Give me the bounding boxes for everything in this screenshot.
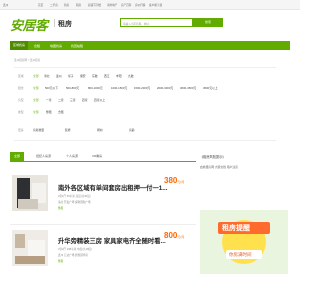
filter-type-option[interactable]: 合租	[58, 110, 64, 114]
filter-type-all[interactable]: 全部	[33, 110, 39, 114]
listing-tag: 整租	[58, 207, 64, 210]
tab-vr[interactable]: VR看房	[88, 152, 106, 161]
listing-title[interactable]: 升华旁精装三房 家具家电齐全随时看...	[58, 236, 166, 245]
filter-more-dropdown[interactable]: 装修	[65, 128, 71, 132]
topbar-link-new[interactable]: 新房	[64, 3, 69, 7]
filter-more-dropdown[interactable]: 朝向	[97, 128, 103, 132]
search-input[interactable]: 请输入小区名称，地址...	[120, 18, 193, 27]
filter-price-option[interactable]: 500元以下	[45, 86, 58, 90]
listing-tabs: 全部 经纪人房源 个人房源 VR看房	[10, 152, 196, 162]
topbar-link-app[interactable]: 客户端下载	[149, 3, 162, 7]
breadcrumb: 连州租房网 > 连州租房	[14, 59, 41, 62]
filter-price-option[interactable]: 1000-1500元	[111, 86, 127, 90]
top-bar: 连州 首页 二手房 新房 租房 商铺写字楼 海外地产 房产百科 房价行情 客户端…	[0, 0, 300, 10]
site-logo[interactable]: 安居客	[10, 15, 48, 34]
listing-address: 连州 万达广场 碧桂园华府	[58, 254, 88, 257]
section-title: 租房	[58, 21, 72, 28]
tab-agent[interactable]: 经纪人房源	[32, 152, 55, 161]
filter-area-option[interactable]: 九陂	[128, 74, 134, 78]
listing-meta: 3室2厅 108平米 中层(共18层)	[58, 248, 93, 251]
filter-more-dropdown[interactable]: 房屋类型	[33, 128, 44, 132]
listing-price: 800元/月	[164, 231, 185, 240]
filter-type-option[interactable]: 整租	[46, 110, 52, 114]
filter-label-room: 房型	[18, 98, 24, 102]
filter-area-all[interactable]: 全部	[33, 74, 39, 78]
listing-price: 380元/月	[164, 176, 185, 185]
topbar-link-home[interactable]: 首页	[38, 3, 43, 7]
filter-area-option[interactable]: 丰阳	[116, 74, 122, 78]
filter-price-option[interactable]: 3000-4500元	[180, 86, 196, 90]
filter-price-option[interactable]: 1500-2000元	[134, 86, 150, 90]
listing-tag: 整租	[58, 260, 64, 263]
main-nav: 区域找房 合租 地图找房 找回帖租	[10, 41, 290, 50]
nav-post[interactable]: 找回帖租	[71, 44, 83, 48]
search-button[interactable]: 搜索	[193, 18, 223, 27]
risk-notice-text: 启航租房网 大额交钱 用户注意	[200, 165, 238, 169]
filter-price-option[interactable]: 4500元以上	[203, 86, 218, 90]
filter-area-option[interactable]: 星子	[68, 74, 74, 78]
logo-divider	[54, 19, 55, 27]
tab-all[interactable]: 全部	[10, 152, 25, 161]
filter-area-option[interactable]: 连州	[56, 74, 62, 78]
listing-address: 清北 开发广场 保利国际广场	[58, 201, 91, 204]
topbar-link-rent[interactable]: 租房	[76, 3, 81, 7]
filter-room-option[interactable]: 一室	[46, 98, 52, 102]
filter-label-more: 更多	[18, 128, 24, 132]
tab-personal[interactable]: 个人房源	[62, 152, 82, 161]
filter-area-option[interactable]: 保安	[80, 74, 86, 78]
banner-title: 租房提醒	[222, 225, 250, 232]
nav-area-search[interactable]: 区域找房	[10, 41, 29, 50]
filter-room-option[interactable]: 四室	[82, 98, 88, 102]
filter-area-option[interactable]: 西江	[104, 74, 110, 78]
topbar-link-wiki[interactable]: 房产百科	[121, 3, 131, 7]
nav-map-search[interactable]: 地图找房	[50, 44, 62, 48]
topbar-link-overseas[interactable]: 海外地产	[107, 3, 117, 7]
filter-room-option[interactable]: 三室	[70, 98, 76, 102]
topbar-link-commercial[interactable]: 商铺写字楼	[88, 3, 101, 7]
filter-room-all[interactable]: 全部	[33, 98, 39, 102]
filter-price-option[interactable]: 2000-3000元	[157, 86, 173, 90]
listing-divider	[10, 224, 196, 225]
filter-area-option[interactable]: 清北	[44, 74, 50, 78]
risk-notice-title[interactable]: 《租房风险提示》	[200, 154, 226, 159]
filter-label-type: 类型	[18, 110, 24, 114]
listing-meta: 3室1厅 35平米 高层(共30层)	[58, 195, 91, 198]
filter-area-option[interactable]: 东陂	[92, 74, 98, 78]
listing-title[interactable]: 南外各区域有单间套房出租押一付一1...	[58, 183, 168, 192]
filter-label-area: 区域	[18, 74, 24, 78]
filter-more-dropdown[interactable]: 房龄	[129, 128, 135, 132]
filter-room-option[interactable]: 四室以上	[94, 98, 105, 102]
topbar-link-price[interactable]: 房价行情	[135, 3, 145, 7]
rent-tips-banner[interactable]: 租房提醒 你房满时间	[200, 210, 288, 274]
listing-photo[interactable]	[12, 230, 48, 266]
filter-room-option[interactable]: 二室	[58, 98, 64, 102]
filter-price-option[interactable]: 500-800元	[66, 86, 79, 90]
filter-label-price: 租金	[18, 86, 24, 90]
topbar-link-secondhand[interactable]: 二手房	[50, 3, 58, 7]
city-switch[interactable]: 连州	[3, 3, 8, 7]
filter-price-all[interactable]: 全部	[33, 86, 39, 90]
listing-photo[interactable]	[12, 175, 48, 211]
filter-divider	[14, 67, 276, 68]
banner-subtitle: 你房满时间	[229, 251, 252, 257]
filter-price-option[interactable]: 800-1000元	[88, 86, 103, 90]
filter-divider	[14, 140, 276, 141]
nav-shared[interactable]: 合租	[34, 44, 40, 48]
